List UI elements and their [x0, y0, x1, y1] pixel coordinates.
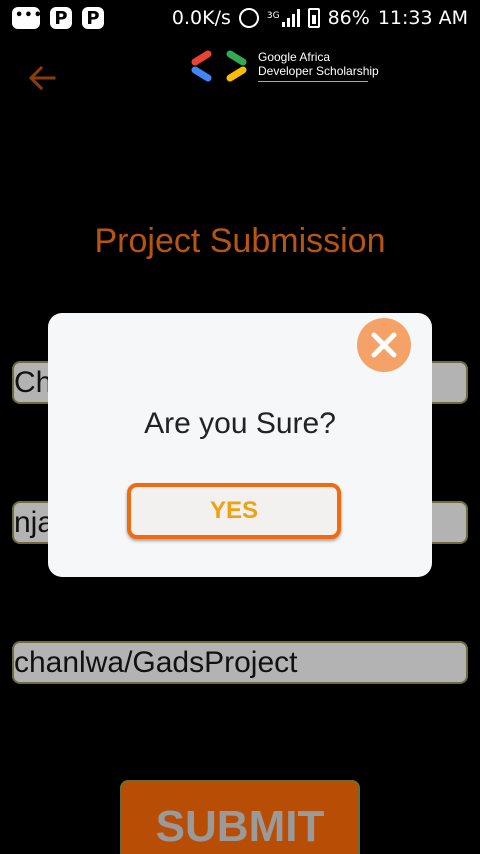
- dialog-message: Are you Sure?: [144, 407, 336, 440]
- message-icon: [12, 7, 43, 29]
- back-arrow-icon[interactable]: [26, 62, 58, 94]
- confirm-dialog: Are you Sure? YES: [48, 313, 432, 577]
- gads-logo: Google Africa Developer Scholarship: [190, 50, 379, 82]
- logo-line2: Developer Scholarship: [258, 64, 379, 78]
- logo-divider: [258, 81, 368, 82]
- alarm-icon: [238, 8, 259, 28]
- yes-button[interactable]: YES: [127, 483, 341, 539]
- submit-button[interactable]: SUBMIT: [120, 780, 360, 854]
- net-speed: 0.0K/s: [171, 7, 231, 29]
- signal-icon: [281, 9, 300, 27]
- status-bar: P P 0.0K/s 3G 86% 11:33 AM: [0, 0, 480, 36]
- close-icon: [371, 332, 397, 358]
- p-app-icon: P: [50, 7, 72, 29]
- page-title: Project Submission: [94, 222, 386, 260]
- github-link-field[interactable]: chanlwa/GadsProject: [12, 641, 468, 684]
- logo-line1: Google Africa: [258, 50, 331, 64]
- battery-icon: [307, 8, 320, 28]
- gads-logo-icon: [191, 50, 247, 82]
- p-app-icon: P: [82, 7, 104, 29]
- battery-percent: 86%: [327, 7, 370, 29]
- network-type: 3G: [266, 11, 280, 21]
- clock: 11:33 AM: [377, 7, 468, 29]
- close-button[interactable]: [357, 318, 411, 372]
